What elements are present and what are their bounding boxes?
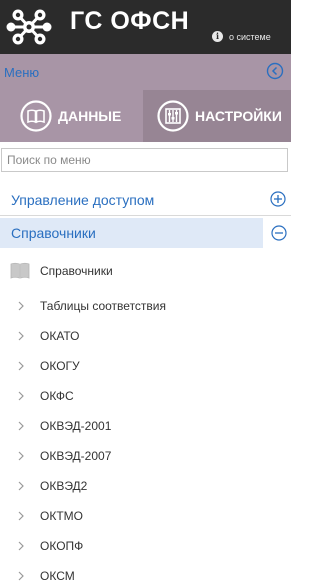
menu-title: Меню bbox=[4, 65, 40, 80]
tab-bar: ДАННЫЕ НАСТРОЙКИ bbox=[0, 90, 291, 142]
list-item-label: ОКФС bbox=[40, 389, 74, 403]
list-item-label: Таблицы соответствия bbox=[40, 299, 166, 313]
menu-search-input[interactable] bbox=[1, 148, 288, 172]
chevron-right-icon[interactable] bbox=[17, 481, 25, 491]
list-item[interactable]: ОКВЭД2 bbox=[0, 471, 291, 501]
open-book-circle-icon bbox=[20, 100, 52, 132]
list-item-label: ОКАТО bbox=[40, 329, 80, 343]
list-item[interactable]: ОКТМО bbox=[0, 501, 291, 531]
minus-circle-icon[interactable] bbox=[271, 225, 287, 241]
plus-circle-icon[interactable] bbox=[270, 191, 286, 207]
list-item[interactable]: ОКФС bbox=[0, 381, 291, 411]
section-references-label: Справочники bbox=[11, 225, 96, 241]
chevron-right-icon[interactable] bbox=[17, 421, 25, 431]
chevron-right-icon[interactable] bbox=[17, 511, 25, 521]
app-title: ГС ОФСН bbox=[70, 7, 190, 35]
chevron-right-icon[interactable] bbox=[17, 571, 25, 581]
app-header: ГС ОФСН i о системе bbox=[0, 0, 291, 54]
section-access-control-label: Управление доступом bbox=[11, 192, 155, 208]
info-icon: i bbox=[212, 31, 223, 42]
tab-data[interactable]: ДАННЫЕ bbox=[0, 90, 143, 142]
tab-data-label: ДАННЫЕ bbox=[58, 108, 122, 124]
list-item[interactable]: ОКВЭД-2001 bbox=[0, 411, 291, 441]
list-item[interactable]: ОКОПФ bbox=[0, 531, 291, 561]
list-item-label: ОКВЭД-2001 bbox=[40, 419, 112, 433]
list-item[interactable]: ОКСМ bbox=[0, 561, 291, 587]
chevron-right-icon[interactable] bbox=[17, 451, 25, 461]
list-item-label: ОКВЭД2 bbox=[40, 479, 88, 493]
collapse-menu-button[interactable] bbox=[266, 62, 284, 80]
about-system-label: о системе bbox=[229, 31, 271, 42]
list-item-label: ОКТМО bbox=[40, 509, 83, 523]
list-item[interactable]: ОКВЭД-2007 bbox=[0, 441, 291, 471]
list-item[interactable]: ОКОГУ bbox=[0, 351, 291, 381]
list-item[interactable]: Таблицы соответствия bbox=[0, 291, 291, 321]
list-item-label: ОКОПФ bbox=[40, 539, 84, 553]
sliders-circle-icon bbox=[157, 100, 189, 132]
chevron-right-icon[interactable] bbox=[17, 301, 25, 311]
book-icon bbox=[10, 262, 30, 279]
about-system-link[interactable]: i о системе bbox=[212, 31, 271, 42]
reference-list: Таблицы соответствия ОКАТО ОКОГУ ОКФС ОКВЭД-… bbox=[0, 291, 291, 587]
molecule-logo-icon[interactable] bbox=[6, 5, 52, 49]
chevron-right-icon[interactable] bbox=[17, 541, 25, 551]
chevron-right-icon[interactable] bbox=[17, 331, 25, 341]
tab-settings-label: НАСТРОЙКИ bbox=[195, 108, 282, 124]
chevron-right-icon[interactable] bbox=[17, 361, 25, 371]
section-access-control[interactable]: Управление доступом bbox=[0, 184, 291, 216]
tab-settings[interactable]: НАСТРОЙКИ bbox=[143, 90, 291, 142]
list-item[interactable]: ОКАТО bbox=[0, 321, 291, 351]
section-references[interactable]: Справочники bbox=[0, 218, 263, 248]
menu-bar: Меню bbox=[0, 54, 291, 90]
list-item-label: ОКСМ bbox=[40, 569, 75, 583]
tree-root-label: Справочники bbox=[40, 264, 113, 278]
chevron-right-icon[interactable] bbox=[17, 391, 25, 401]
tree-root-references[interactable]: Справочники bbox=[10, 261, 113, 281]
list-item-label: ОКВЭД-2007 bbox=[40, 449, 112, 463]
list-item-label: ОКОГУ bbox=[40, 359, 80, 373]
